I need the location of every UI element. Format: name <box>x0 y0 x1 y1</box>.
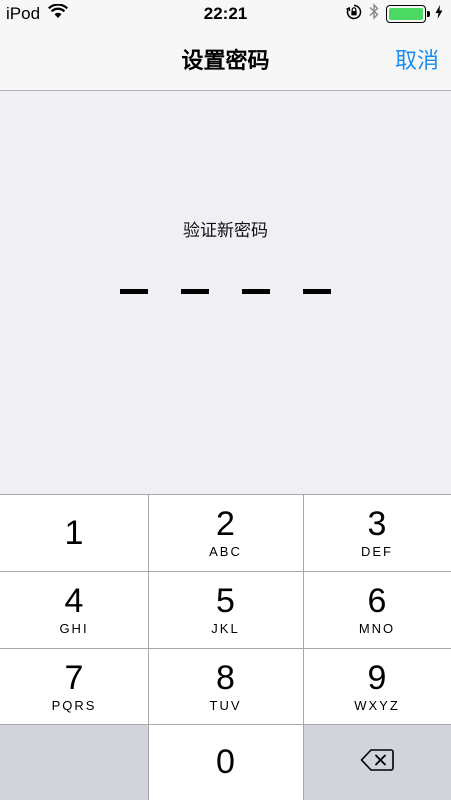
battery-cap <box>427 11 430 17</box>
key-blank <box>0 724 148 800</box>
key-letters: GHI <box>59 621 89 636</box>
battery-fill <box>389 8 423 20</box>
key-letters: JKL <box>211 621 240 636</box>
key-4[interactable]: 4 GHI <box>0 571 148 648</box>
key-number: 7 <box>64 658 84 697</box>
battery-icon <box>386 5 430 23</box>
charging-icon <box>435 4 443 24</box>
nav-bar: 设置密码 取消 <box>0 28 451 91</box>
key-letters: TUV <box>209 697 242 713</box>
key-letters: WXYZ <box>354 697 400 713</box>
passcode-dash-4 <box>303 289 331 294</box>
key-number: 5 <box>216 582 235 620</box>
key-number: 6 <box>367 582 387 620</box>
keypad-divider <box>0 494 451 495</box>
passcode-dash-1 <box>120 289 148 294</box>
keypad-divider <box>0 724 451 725</box>
keypad-divider <box>0 571 451 572</box>
passcode-dash-3 <box>242 289 270 294</box>
delete-button[interactable] <box>303 724 451 800</box>
bluetooth-icon <box>369 3 379 25</box>
key-1[interactable]: 1 <box>0 494 148 571</box>
cancel-button[interactable]: 取消 <box>395 43 439 75</box>
key-6[interactable]: 6 MNO <box>303 571 451 648</box>
status-right <box>346 3 443 25</box>
key-number: 8 <box>216 658 235 697</box>
key-letters: DEF <box>361 544 393 559</box>
page-title: 设置密码 <box>181 49 270 74</box>
key-number: 0 <box>216 743 235 781</box>
key-number: 9 <box>367 658 387 697</box>
key-number: 2 <box>216 505 235 543</box>
key-3[interactable]: 3 DEF <box>303 494 451 571</box>
key-7[interactable]: 7 PQRS <box>0 648 148 724</box>
key-number: 4 <box>64 582 84 620</box>
key-8[interactable]: 8 TUV <box>148 648 303 724</box>
passcode-dash-2 <box>181 289 209 294</box>
number-keypad: 1 2 ABC 3 DEF 4 GHI 5 JKL 6 MNO 7 PQRS 8… <box>0 494 451 800</box>
keypad-divider <box>0 648 451 649</box>
backspace-icon <box>360 748 394 777</box>
key-letters: ABC <box>209 544 242 559</box>
key-number: 1 <box>64 513 84 552</box>
orientation-lock-icon <box>346 4 362 25</box>
keypad-divider <box>148 494 149 800</box>
key-9[interactable]: 9 WXYZ <box>303 648 451 724</box>
key-letters: MNO <box>358 621 396 636</box>
key-0[interactable]: 0 <box>148 724 303 800</box>
key-number: 3 <box>367 505 387 543</box>
keypad-divider <box>303 494 304 800</box>
key-5[interactable]: 5 JKL <box>148 571 303 648</box>
passcode-prompt: 验证新密码 <box>183 221 268 241</box>
key-2[interactable]: 2 ABC <box>148 494 303 571</box>
status-bar: iPod 22:21 <box>0 0 451 28</box>
passcode-dashes <box>120 289 332 295</box>
key-letters: PQRS <box>51 697 97 713</box>
